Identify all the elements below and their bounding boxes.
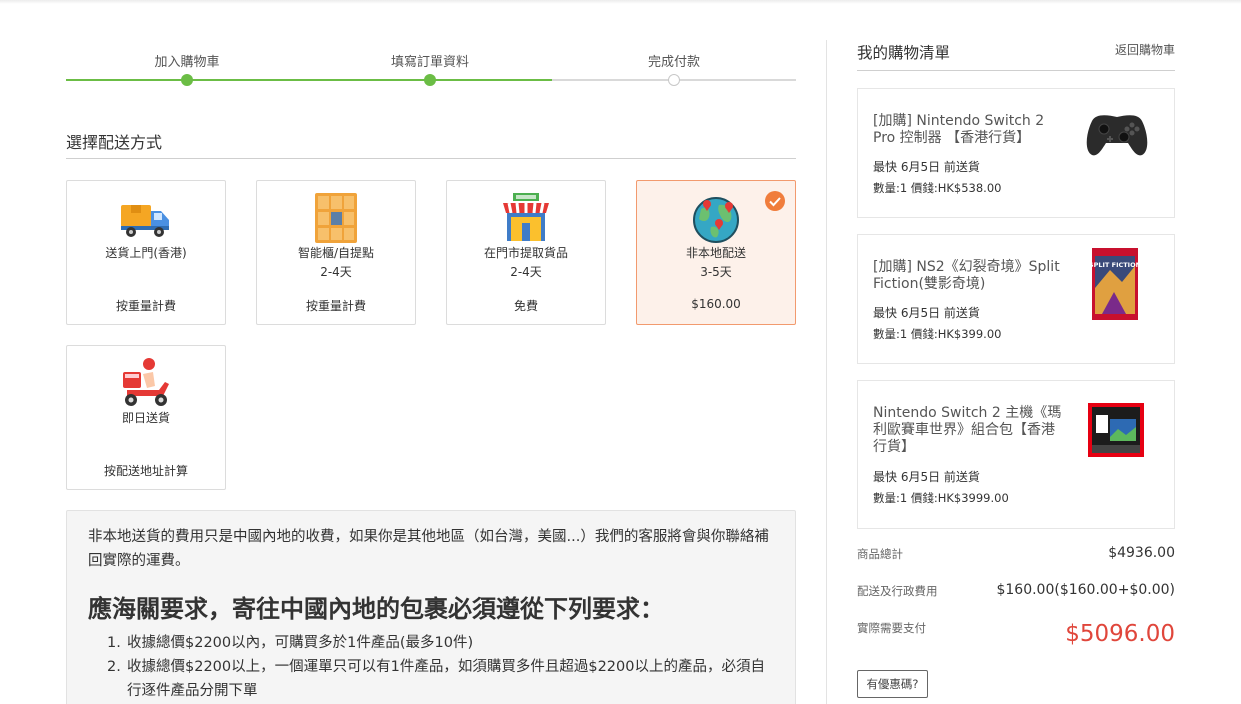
cart-item-qty-price: 數量:1 價錢:HK$399.00 — [873, 327, 1002, 341]
cart-title: 我的購物清單 — [857, 44, 951, 62]
selected-check-icon — [765, 191, 785, 211]
list-item: 1. 收據總價$2200以內，可購買多於1件產品(最多10件) — [107, 631, 777, 655]
game-cover-thumbnail: SPLIT FICTION — [1092, 248, 1138, 320]
progress-fill — [66, 79, 552, 81]
notice-text: 非本地送貨的費用只是中國內地的收費，如果你是其他地區（如台灣，美國...）我們的… — [88, 529, 769, 569]
step-dot-cart — [181, 74, 193, 86]
total-value: $5096.00 — [1065, 621, 1175, 647]
cart-item: [加購] Nintendo Switch 2 Pro 控制器 【香港行貨】 最快… — [857, 88, 1175, 218]
total-label: 實際需要支付 — [857, 621, 926, 635]
globe-icon — [693, 197, 739, 243]
list-item-text: 收據總價$2200以上，一個運單只可以有1件產品，如須購買多件且超過$2200以… — [127, 659, 765, 699]
shipping-option-name: 智能櫃/自提點 — [297, 246, 375, 260]
shipping-option-home-delivery[interactable]: 送貨上門(香港) 按重量計費 — [66, 180, 226, 325]
delivery-truck-icon — [121, 205, 169, 237]
shipping-option-days: 3-5天 — [700, 265, 732, 279]
shipping-option-locker[interactable]: 智能櫃/自提點 2-4天 按重量計費 — [256, 180, 416, 325]
shipping-option-days: 2-4天 — [320, 265, 352, 279]
shipping-fee-value: $160.00($160.00+$0.00) — [996, 582, 1175, 598]
cart-item: Nintendo Switch 2 主機《瑪利歐賽車世界》組合包【香港行貨】 最… — [857, 380, 1175, 529]
shipping-option-days: 2-4天 — [510, 265, 542, 279]
shipping-fee-label: 配送及行政費用 — [857, 584, 938, 598]
step-label-payment: 完成付款 — [647, 55, 700, 70]
store-icon — [503, 193, 549, 241]
cart-item-title: Nintendo Switch 2 主機《瑪利歐賽車世界》組合包【香港行貨】 — [873, 405, 1062, 455]
scooter-icon — [123, 358, 169, 406]
shipping-option-price: 按重量計費 — [305, 299, 366, 313]
step-dot-payment — [668, 74, 680, 86]
shipping-option-name: 非本地配送 — [685, 246, 746, 260]
step-label-cart: 加入購物車 — [154, 55, 220, 70]
shipping-option-name: 在門市提取貨品 — [483, 246, 568, 260]
shipping-option-price: 免費 — [513, 299, 538, 313]
step-dot-order-info — [424, 74, 436, 86]
cart-item-qty-price: 數量:1 價錢:HK$3999.00 — [873, 491, 1009, 505]
shipping-section-title: 選擇配送方式 — [66, 133, 163, 152]
cart-item-shipping-date: 最快 6月5日 前送貨 — [873, 470, 980, 484]
section-divider — [66, 158, 796, 159]
list-item: 2. 收據總價$2200以上，一個運單只可以有1件產品，如須購買多件且超過$22… — [107, 655, 777, 703]
cart-item-title: [加購] Nintendo Switch 2 Pro 控制器 【香港行貨】 — [873, 113, 1045, 146]
cart-item-title: [加購] NS2《幻裂奇境》Split Fiction(雙影奇境) — [873, 259, 1060, 292]
list-item-number: 2. — [107, 659, 121, 675]
coupon-code-button[interactable]: 有優惠碼? — [857, 670, 928, 698]
shipping-option-same-day[interactable]: 即日送貨 按配送地址計算 — [66, 345, 226, 490]
shipping-option-non-local[interactable]: 非本地配送 3-5天 $160.00 — [636, 180, 796, 325]
shipping-option-store-pickup[interactable]: 在門市提取貨品 2-4天 免費 — [446, 180, 606, 325]
cart-item-qty-price: 數量:1 價錢:HK$538.00 — [873, 181, 1002, 195]
customs-requirements-list: 1. 收據總價$2200以內，可購買多於1件產品(最多10件) 2. 收據總價$… — [107, 631, 777, 703]
controller-thumbnail — [1086, 115, 1148, 156]
cart-item-shipping-date: 最快 6月5日 前送貨 — [873, 160, 980, 174]
checkout-progress: 加入購物車 填寫訂單資料 完成付款 — [66, 50, 796, 90]
top-bar-shadow — [0, 0, 1241, 4]
list-item-text: 收據總價$2200以內，可購買多於1件產品(最多10件) — [127, 635, 474, 651]
shipping-option-price: $160.00 — [691, 297, 741, 311]
shipping-option-price: 按配送地址計算 — [103, 464, 188, 478]
shipping-option-price: 按重量計費 — [115, 299, 176, 313]
cart-item: [加購] NS2《幻裂奇境》Split Fiction(雙影奇境) 最快 6月5… — [857, 234, 1175, 364]
subtotal-value: $4936.00 — [1108, 545, 1175, 561]
shipping-option-name: 即日送貨 — [121, 411, 170, 425]
game-cover-title: SPLIT FICTION — [1092, 261, 1138, 269]
cart-divider — [857, 70, 1175, 71]
customs-heading: 應海關要求，寄往中國內地的包裹必須遵從下列要求： — [88, 595, 664, 623]
non-local-shipping-notice: 非本地送貨的費用只是中國內地的收費，如果你是其他地區（如台灣，美國...）我們的… — [66, 510, 796, 704]
back-to-cart-link[interactable]: 返回購物車 — [1115, 41, 1175, 58]
cart-item-shipping-date: 最快 6月5日 前送貨 — [873, 306, 980, 320]
subtotal-label: 商品總計 — [857, 547, 903, 561]
list-item-number: 1. — [107, 635, 121, 651]
column-divider — [826, 40, 827, 704]
shipping-option-name: 送貨上門(香港) — [105, 246, 187, 260]
locker-icon — [315, 193, 357, 243]
console-box-thumbnail — [1088, 403, 1144, 457]
step-label-order-info: 填寫訂單資料 — [390, 55, 469, 70]
